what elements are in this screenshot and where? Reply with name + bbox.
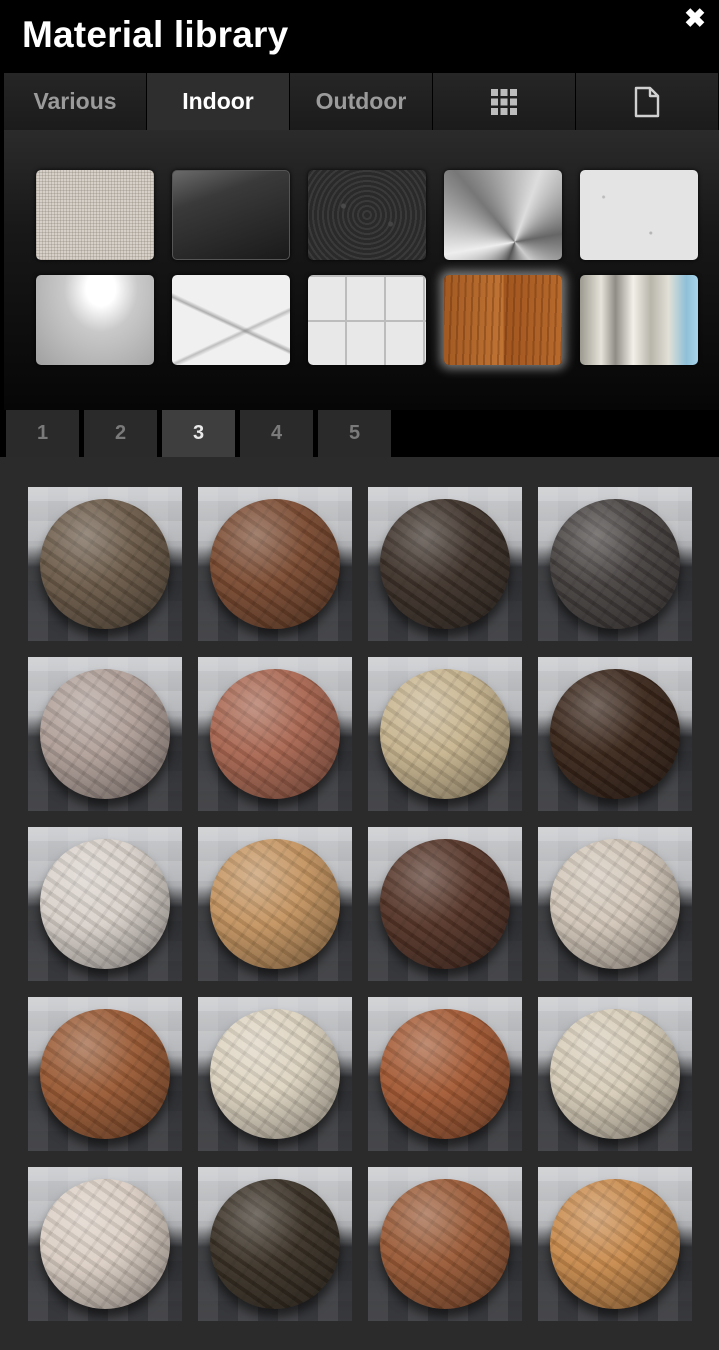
material-preview[interactable] bbox=[28, 1167, 182, 1321]
material-preview[interactable] bbox=[368, 657, 522, 811]
material-sphere bbox=[380, 669, 510, 799]
material-preview[interactable] bbox=[28, 827, 182, 981]
material-sphere bbox=[550, 669, 680, 799]
tab-various[interactable]: Various bbox=[4, 73, 147, 130]
page-tab-label: 5 bbox=[348, 422, 361, 444]
material-preview[interactable] bbox=[28, 997, 182, 1151]
material-sphere bbox=[40, 1009, 170, 1139]
material-preview[interactable] bbox=[368, 997, 522, 1151]
material-sphere bbox=[550, 1179, 680, 1309]
material-preview[interactable] bbox=[28, 487, 182, 641]
page-tab-4[interactable]: 4 bbox=[240, 410, 315, 457]
grid-icon bbox=[491, 88, 517, 115]
material-sphere bbox=[40, 839, 170, 969]
material-preview[interactable] bbox=[538, 657, 692, 811]
page-tab-5[interactable]: 5 bbox=[318, 410, 393, 457]
swatch-brushed-steel[interactable] bbox=[444, 170, 562, 260]
swatch-wood-floor[interactable] bbox=[444, 275, 562, 365]
swatch-curtain[interactable] bbox=[580, 275, 698, 365]
category-tabs: Various Indoor Outdoor bbox=[0, 72, 719, 130]
tab-various-label: Various bbox=[33, 88, 117, 114]
page-tab-3[interactable]: 3 bbox=[162, 410, 237, 457]
swatch-white-marble[interactable] bbox=[172, 275, 290, 365]
material-sphere bbox=[210, 1009, 340, 1139]
tab-outdoor[interactable]: Outdoor bbox=[290, 73, 433, 130]
material-preview[interactable] bbox=[538, 487, 692, 641]
material-sphere bbox=[40, 1179, 170, 1309]
material-sphere bbox=[210, 1179, 340, 1309]
page-tab-2[interactable]: 2 bbox=[84, 410, 159, 457]
window-title: Material library bbox=[22, 14, 289, 55]
material-preview-grid bbox=[0, 457, 719, 1350]
title-bar: Material library ✖ bbox=[0, 0, 719, 72]
page-tab-label: 1 bbox=[36, 422, 49, 444]
material-sphere bbox=[210, 669, 340, 799]
swatch-glossy-white[interactable] bbox=[36, 275, 154, 365]
swatch-white-tile[interactable] bbox=[308, 275, 426, 365]
swatch-black-leather[interactable] bbox=[308, 170, 426, 260]
material-preview[interactable] bbox=[368, 487, 522, 641]
material-preview[interactable] bbox=[198, 487, 352, 641]
swatch-linen-fabric[interactable] bbox=[36, 170, 154, 260]
swatch-white-stucco[interactable] bbox=[580, 170, 698, 260]
material-preview[interactable] bbox=[198, 997, 352, 1151]
tab-indoor-label: Indoor bbox=[182, 88, 254, 114]
material-sphere bbox=[550, 499, 680, 629]
page-tab-1[interactable]: 1 bbox=[6, 410, 81, 457]
material-sphere bbox=[380, 1179, 510, 1309]
page-tab-label: 3 bbox=[192, 422, 205, 444]
tab-indoor[interactable]: Indoor bbox=[147, 73, 290, 130]
material-preview[interactable] bbox=[538, 997, 692, 1151]
material-sphere bbox=[550, 839, 680, 969]
material-preview[interactable] bbox=[538, 827, 692, 981]
material-sphere bbox=[380, 1009, 510, 1139]
swatch-dark-glass[interactable] bbox=[172, 170, 290, 260]
material-preview[interactable] bbox=[28, 657, 182, 811]
material-sphere bbox=[380, 839, 510, 969]
page-tab-label: 4 bbox=[270, 422, 283, 444]
close-icon[interactable]: ✖ bbox=[683, 4, 707, 32]
material-preview[interactable] bbox=[198, 1167, 352, 1321]
material-preview[interactable] bbox=[198, 657, 352, 811]
page-tab-label: 2 bbox=[114, 422, 127, 444]
page-tabs: 1 2 3 4 5 bbox=[6, 410, 406, 457]
material-sphere bbox=[550, 1009, 680, 1139]
material-sphere bbox=[210, 499, 340, 629]
material-sphere bbox=[380, 499, 510, 629]
material-sphere bbox=[210, 839, 340, 969]
material-sphere bbox=[40, 669, 170, 799]
tab-document[interactable] bbox=[576, 73, 719, 130]
material-preview[interactable] bbox=[198, 827, 352, 981]
tab-outdoor-label: Outdoor bbox=[315, 88, 407, 114]
document-icon bbox=[634, 86, 660, 117]
material-category-swatches bbox=[4, 130, 719, 410]
material-preview[interactable] bbox=[368, 1167, 522, 1321]
material-sphere bbox=[40, 499, 170, 629]
tab-grid-view[interactable] bbox=[433, 73, 576, 130]
material-library-window: Material library ✖ Various Indoor Outdoo… bbox=[0, 0, 719, 1350]
material-preview[interactable] bbox=[368, 827, 522, 981]
material-preview[interactable] bbox=[538, 1167, 692, 1321]
